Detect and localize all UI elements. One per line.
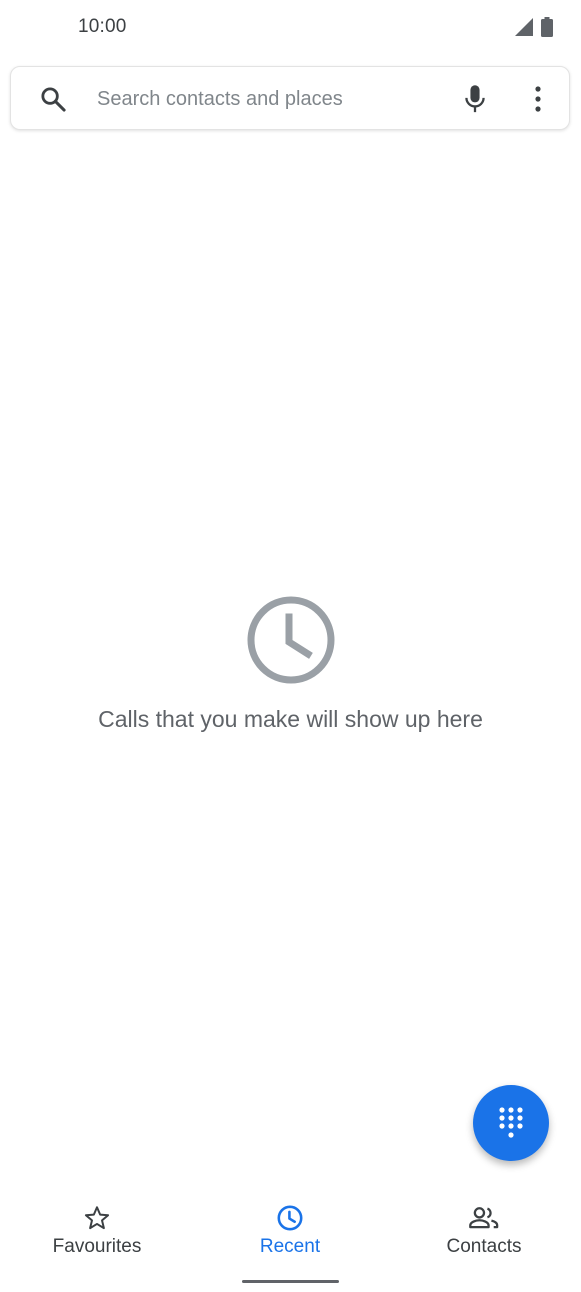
- tab-recent-label: Recent: [259, 1236, 321, 1257]
- people-icon: [469, 1207, 499, 1229]
- tab-contacts-label: Contacts: [446, 1236, 522, 1257]
- empty-state: Calls that you make will show up here: [0, 594, 581, 733]
- status-time: 10:00: [78, 16, 127, 37]
- bottom-nav: Favourites Recent Contacts: [0, 1190, 581, 1270]
- search-bar[interactable]: [10, 66, 570, 130]
- mic-icon[interactable]: [461, 83, 489, 115]
- clock-icon: [277, 1205, 303, 1231]
- dialpad-button[interactable]: [473, 1085, 549, 1161]
- gesture-nav-bar[interactable]: [242, 1280, 339, 1283]
- empty-state-message: Calls that you make will show up here: [98, 706, 483, 732]
- search-input[interactable]: [97, 81, 427, 117]
- status-bar: 10:00: [0, 0, 581, 56]
- battery-icon: [541, 17, 553, 37]
- status-icons: [515, 17, 553, 37]
- clock-icon: [247, 596, 334, 684]
- tab-contacts[interactable]: Contacts: [404, 1204, 564, 1258]
- star-outline-icon: [84, 1206, 110, 1230]
- dialpad-icon: [499, 1107, 523, 1138]
- search-icon[interactable]: [39, 85, 67, 113]
- more-vert-icon[interactable]: [527, 83, 549, 115]
- tab-favourites-label: Favourites: [52, 1236, 142, 1257]
- tab-recent[interactable]: Recent: [210, 1204, 370, 1258]
- tab-favourites[interactable]: Favourites: [17, 1204, 177, 1258]
- signal-icon: [515, 18, 533, 36]
